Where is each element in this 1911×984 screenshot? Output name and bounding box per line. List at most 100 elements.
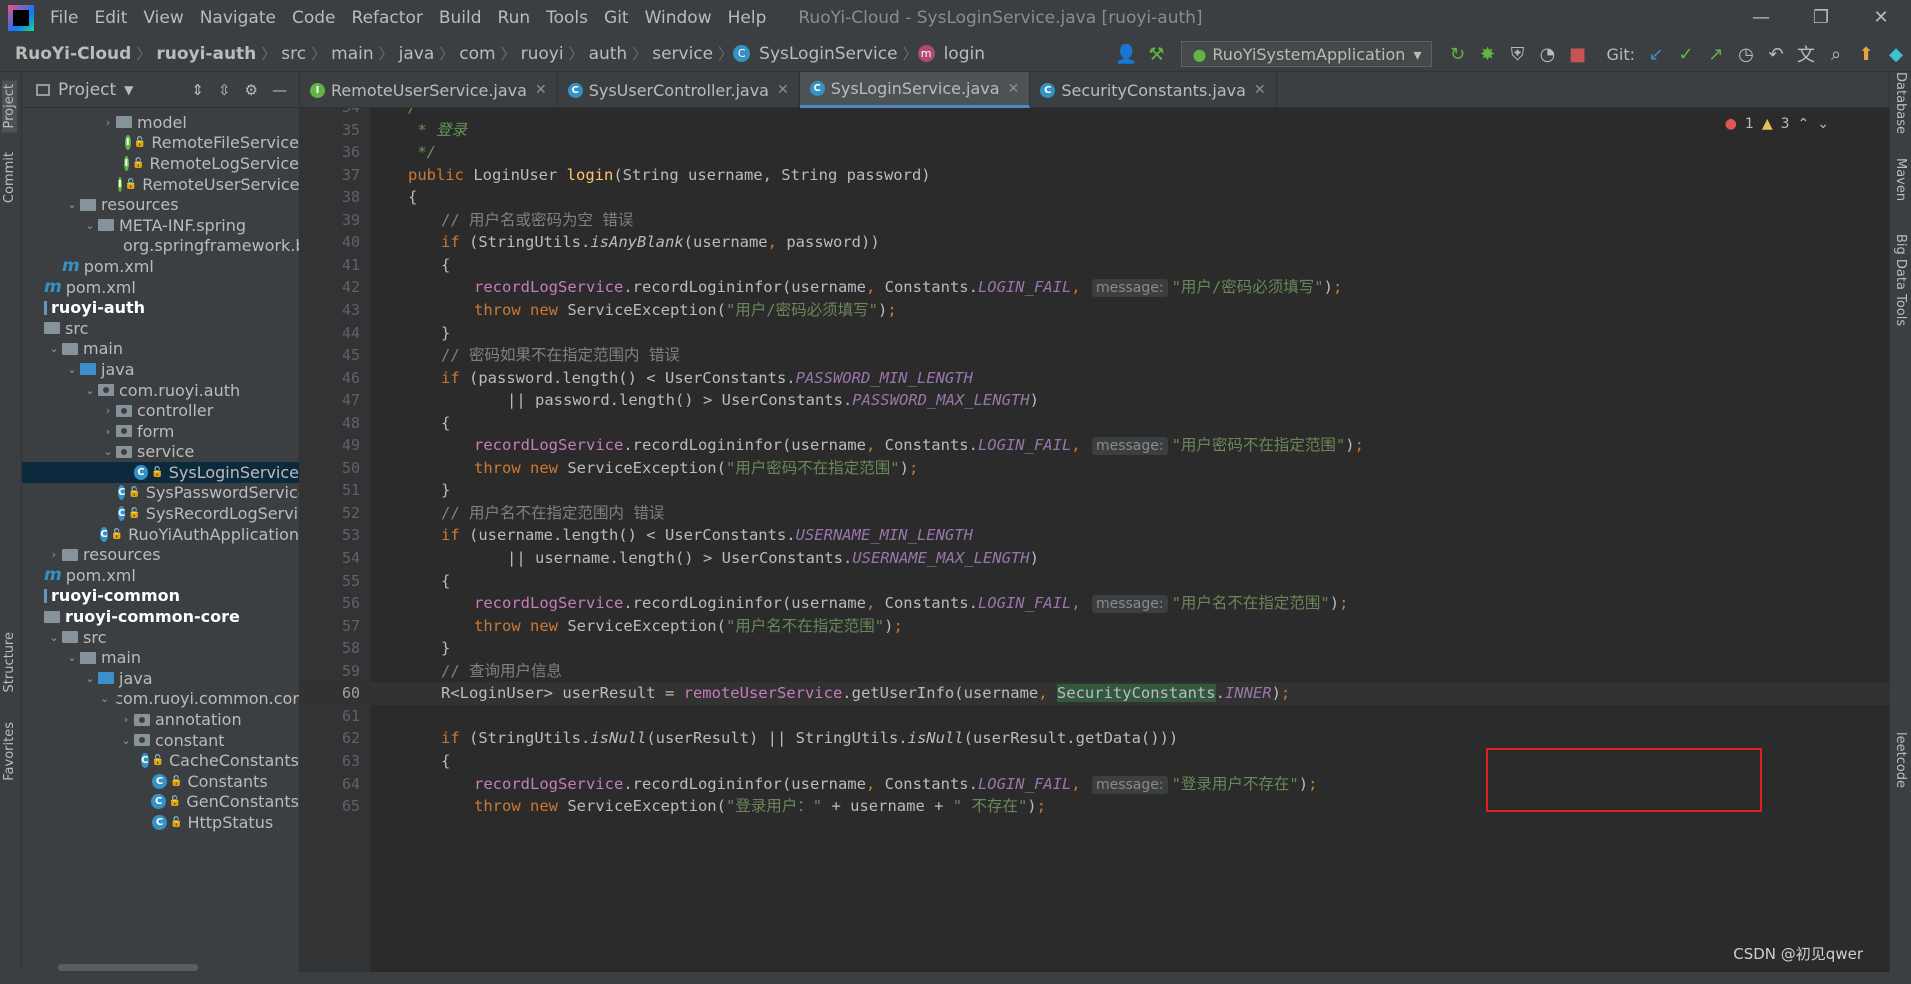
code-line[interactable]: 56 recordLogService.recordLogininfor(user… — [300, 592, 1889, 615]
chevron-down-icon[interactable]: ⌄ — [46, 342, 62, 355]
tree-item[interactable]: ⌄ constant — [22, 730, 299, 751]
menu-help[interactable]: Help — [720, 0, 775, 36]
tree-item[interactable]: C 🔓 SysLoginService — [22, 462, 299, 483]
leetcode-tool-button[interactable]: leetcode — [1893, 732, 1908, 788]
tree-item[interactable]: ⌄ service — [22, 442, 299, 463]
git-update-icon[interactable]: ↙ — [1641, 44, 1671, 65]
plugin-icon[interactable]: ◆ — [1881, 44, 1911, 65]
code-line[interactable]: 58} — [300, 637, 1889, 660]
menu-edit[interactable]: Edit — [86, 0, 135, 36]
tree-item[interactable]: C 🔓 RuoYiAuthApplication — [22, 524, 299, 545]
inspection-widget[interactable]: ● 1 ▲ 3 ⌃ ⌄ — [1725, 116, 1829, 132]
menu-navigate[interactable]: Navigate — [192, 0, 284, 36]
chevron-right-icon[interactable]: › — [100, 404, 116, 417]
tree-item[interactable]: C 🔓 SysRecordLogService — [22, 503, 299, 524]
tab-remoteuserservice[interactable]: I RemoteUserService.java ✕ — [300, 72, 558, 108]
restore-icon[interactable]: ❐ — [1791, 0, 1851, 36]
code-line[interactable]: 47 || password.length() > UserConstants.P… — [300, 389, 1889, 412]
code-line[interactable]: 52 // 用户名不在指定范围内 错误 — [300, 502, 1889, 525]
menu-file[interactable]: File — [42, 0, 86, 36]
hide-panel-icon[interactable]: — — [272, 81, 287, 99]
chevron-down-icon[interactable]: ⌄ — [100, 445, 116, 458]
tree-item[interactable]: ⌄ main — [22, 339, 299, 360]
tree-item[interactable]: ruoyi-common — [22, 586, 299, 607]
code-line[interactable]: 49 recordLogService.recordLogininfor(user… — [300, 434, 1889, 457]
debug-icon[interactable]: ✸ — [1472, 44, 1502, 65]
breadcrumb-item[interactable]: com — [454, 44, 500, 64]
tree-item[interactable]: › resources — [22, 544, 299, 565]
breadcrumb-item[interactable]: RuoYi-Cloud — [10, 44, 136, 64]
tree-item[interactable]: ⌄ com.ruoyi.common.core — [22, 689, 299, 710]
git-push-icon[interactable]: ↗ — [1701, 44, 1731, 65]
code-line[interactable]: 42 recordLogService.recordLogininfor(user… — [300, 276, 1889, 299]
user-icon[interactable]: 👤 — [1111, 44, 1141, 65]
profile-icon[interactable]: ◔ — [1532, 44, 1562, 65]
chevron-down-icon[interactable]: ⌄ — [64, 198, 80, 211]
close-tab-icon[interactable]: ✕ — [535, 82, 547, 98]
tab-securityconstants[interactable]: C SecurityConstants.java ✕ — [1030, 72, 1277, 108]
tree-item[interactable]: ⌄ java — [22, 668, 299, 689]
tree-item[interactable]: C 🔓 CacheConstants — [22, 750, 299, 771]
tree-item[interactable]: ⌄ com.ruoyi.auth — [22, 380, 299, 401]
horizontal-scrollbar[interactable] — [58, 964, 198, 971]
breadcrumb-item[interactable]: login — [939, 44, 990, 64]
close-icon[interactable]: ✕ — [1851, 0, 1911, 36]
menu-build[interactable]: Build — [431, 0, 490, 36]
rollback-icon[interactable]: ↶ — [1761, 44, 1791, 65]
translate-icon[interactable]: 文 — [1791, 41, 1821, 67]
menu-run[interactable]: Run — [490, 0, 539, 36]
stop-icon[interactable]: ■ — [1562, 44, 1592, 65]
breadcrumb-item[interactable]: src — [276, 44, 311, 64]
tree-item[interactable]: m pom.xml — [22, 277, 299, 298]
chevron-right-icon[interactable]: › — [100, 116, 116, 129]
code-line[interactable]: 38 { — [300, 186, 1889, 209]
commit-tool-button[interactable]: Commit — [2, 152, 17, 203]
structure-tool-button[interactable]: Structure — [2, 632, 17, 692]
close-tab-icon[interactable]: ✕ — [777, 82, 789, 98]
menu-code[interactable]: Code — [284, 0, 344, 36]
close-tab-icon[interactable]: ✕ — [1254, 82, 1266, 98]
chevron-right-icon[interactable]: › — [118, 713, 134, 726]
breadcrumb-item[interactable]: auth — [584, 44, 633, 64]
tree-item[interactable]: ruoyi-auth — [22, 297, 299, 318]
favorites-tool-button[interactable]: Favorites — [2, 722, 17, 781]
code-line[interactable]: 41 { — [300, 254, 1889, 277]
menu-git[interactable]: Git — [596, 0, 637, 36]
chevron-right-icon[interactable]: › — [46, 548, 62, 561]
tree-item[interactable]: m pom.xml — [22, 256, 299, 277]
tree-item[interactable]: I 🔓 RemoteUserService — [22, 174, 299, 195]
tree-item[interactable]: C 🔓 SysPasswordService — [22, 483, 299, 504]
next-highlight-icon[interactable]: ⌄ — [1817, 116, 1829, 132]
tree-item[interactable]: ⌄ main — [22, 647, 299, 668]
chevron-down-icon[interactable]: ⌄ — [82, 672, 98, 685]
tree-item[interactable]: › model — [22, 112, 299, 133]
tree-item[interactable]: m pom.xml — [22, 565, 299, 586]
code-line[interactable]: 62 if (StringUtils.isNull(userResult) || … — [300, 727, 1889, 750]
code-line[interactable]: 59 // 查询用户信息 — [300, 660, 1889, 683]
breadcrumb-item[interactable]: main — [326, 44, 378, 64]
run-config-select[interactable]: ● RuoYiSystemApplication ▾ — [1181, 41, 1433, 67]
build-hammer-icon[interactable]: ⚒ — [1141, 44, 1171, 65]
tab-sysusercontroller[interactable]: C SysUserController.java ✕ — [558, 72, 800, 108]
tree-item[interactable]: ⌄ src — [22, 627, 299, 648]
code-line[interactable]: 45 // 密码如果不在指定范围内 错误 — [300, 344, 1889, 367]
code-line[interactable]: 40 if (StringUtils.isAnyBlank(username, p… — [300, 231, 1889, 254]
code-line[interactable]: 44} — [300, 322, 1889, 345]
tree-item[interactable]: ⌄ META-INF.spring — [22, 215, 299, 236]
prev-highlight-icon[interactable]: ⌃ — [1798, 116, 1810, 132]
tree-item[interactable]: › form — [22, 421, 299, 442]
gear-icon[interactable]: ⚙ — [245, 81, 258, 99]
chevron-down-icon[interactable]: ⌄ — [46, 631, 62, 644]
code-line[interactable]: 61 — [300, 705, 1889, 728]
code-line[interactable]: 54 || username.length() > UserConstants.U… — [300, 547, 1889, 570]
database-tool-button[interactable]: Database — [1893, 72, 1908, 134]
big-data-tools-button[interactable]: Big Data Tools — [1893, 234, 1908, 326]
chevron-down-icon[interactable]: ⌄ — [64, 651, 80, 664]
tree-item[interactable]: C 🔓 GenConstants — [22, 792, 299, 813]
menu-refactor[interactable]: Refactor — [344, 0, 431, 36]
minimize-icon[interactable]: — — [1731, 0, 1791, 36]
tree-item[interactable]: ruoyi-common-core — [22, 606, 299, 627]
code-line[interactable]: 36 */ — [300, 141, 1889, 164]
breadcrumb-item[interactable]: ruoyi — [516, 44, 569, 64]
code-line[interactable]: 37 public LoginUser login(String username… — [300, 164, 1889, 187]
